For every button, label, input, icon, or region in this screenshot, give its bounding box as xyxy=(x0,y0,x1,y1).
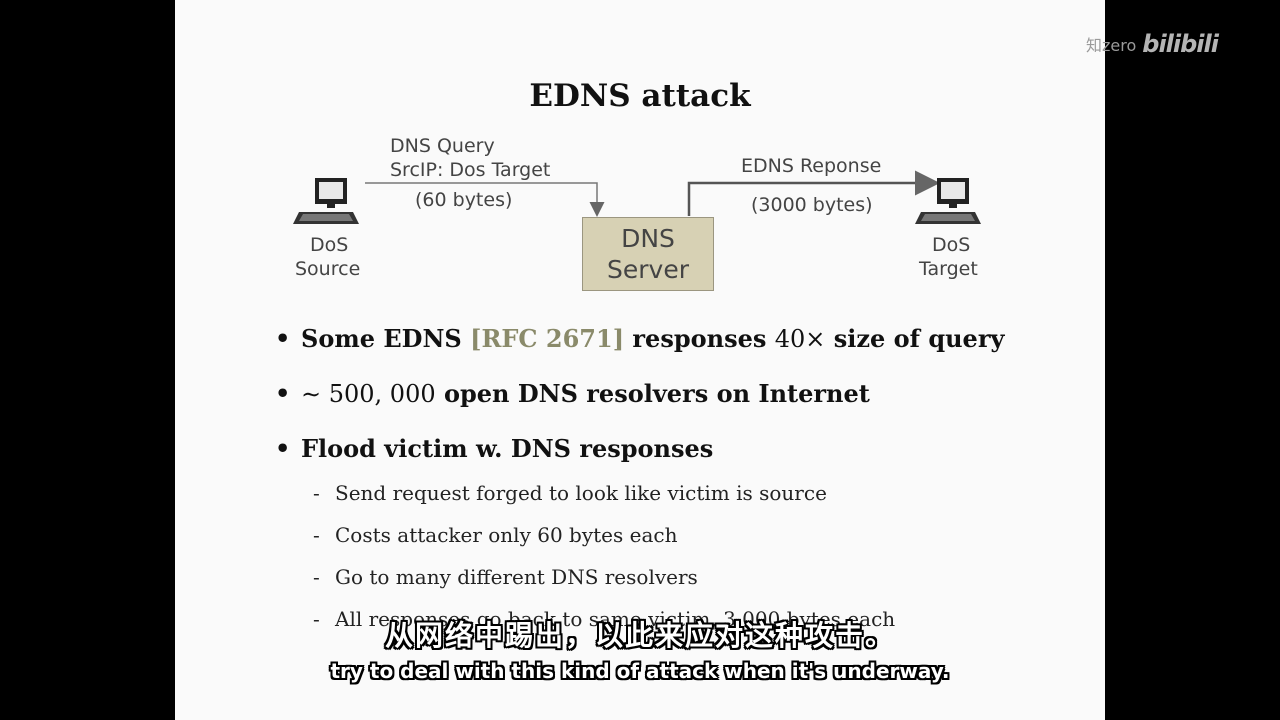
sub-text: Send request forged to look like victim … xyxy=(335,481,827,505)
target-label-line2: Target xyxy=(919,258,978,280)
target-computer-icon xyxy=(915,178,981,224)
sub-bullet-1: - Send request forged to look like victim… xyxy=(313,481,827,505)
source-label-line2: Source xyxy=(295,258,361,280)
dns-server-line2: Server xyxy=(607,255,689,284)
source-computer-icon xyxy=(293,178,359,224)
subtitle-english: try to deal with this kind of attack whe… xyxy=(330,659,950,683)
query-label-line2: SrcIP: Dos Target xyxy=(390,159,551,181)
sub-bullet-2: - Costs attacker only 60 bytes each xyxy=(313,523,677,547)
bullet-item-1: • Some EDNS [RFC 2671] responses 40× size… xyxy=(275,324,1004,353)
sub-dash: - xyxy=(313,565,320,589)
bullet-math: ∼ 500, 000 xyxy=(301,380,436,408)
bullet-text: open DNS resolvers on Internet xyxy=(443,379,870,408)
bullet-text: Some EDNS xyxy=(301,324,462,353)
bullet-dot: • xyxy=(275,379,291,408)
dns-server-line1: DNS xyxy=(621,224,675,253)
response-label: EDNS Reponse xyxy=(741,155,882,177)
bullet-math: 40× xyxy=(774,325,826,353)
sub-bullet-3: - Go to many different DNS resolvers xyxy=(313,565,698,589)
watermark-text: 知zero xyxy=(1086,36,1137,55)
sub-dash: - xyxy=(313,481,320,505)
bullet-text: responses xyxy=(632,324,767,353)
bullet-dot: • xyxy=(275,434,291,463)
bullet-dot: • xyxy=(275,324,291,353)
query-label-line1: DNS Query xyxy=(390,135,495,157)
dns-server-box: DNS Server xyxy=(582,217,714,291)
bullet-text: size of query xyxy=(833,324,1005,353)
bullet-item-2: • ∼ 500, 000 open DNS resolvers on Intern… xyxy=(275,379,870,408)
rfc-reference: [RFC 2671] xyxy=(470,324,625,353)
bullet-text: Flood victim w. DNS responses xyxy=(301,434,714,463)
target-label-line1: DoS xyxy=(932,234,971,256)
bullet-item-3: • Flood victim w. DNS responses xyxy=(275,434,713,463)
sub-text: Go to many different DNS resolvers xyxy=(335,565,698,589)
sub-dash: - xyxy=(313,523,320,547)
subtitle-chinese: 从网络中踢出，以此来应对这种攻击。 xyxy=(384,619,895,652)
slide: EDNS attack DoS Source DNS Query SrcIP: … xyxy=(175,0,1105,720)
sub-text: Costs attacker only 60 bytes each xyxy=(335,523,678,547)
response-size-label: (3000 bytes) xyxy=(751,194,873,216)
source-label-line1: DoS xyxy=(310,234,349,256)
query-size-label: (60 bytes) xyxy=(415,189,513,211)
bilibili-logo-icon: bilibili xyxy=(1142,30,1219,58)
watermark: 知zero bilibili xyxy=(1086,30,1219,58)
